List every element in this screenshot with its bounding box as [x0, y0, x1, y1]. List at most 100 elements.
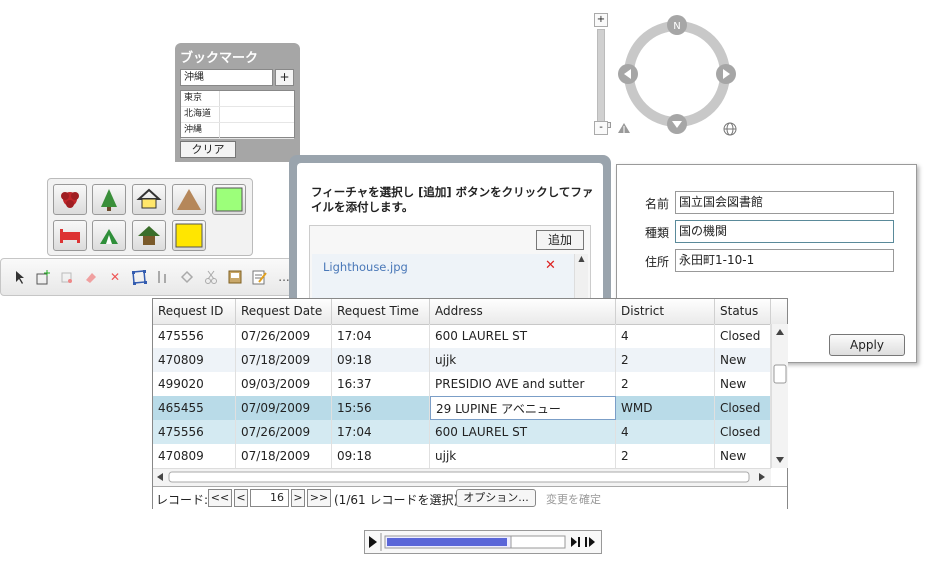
cell-address-editing[interactable]: 29 LUPINE アベニュー — [430, 396, 616, 420]
bookmark-name-input[interactable]: 沖縄 — [180, 69, 273, 86]
cell-district[interactable]: 2 — [616, 372, 715, 396]
attachment-add-button[interactable]: 追加 — [536, 230, 584, 250]
name-field[interactable]: 国立国会図書館 — [675, 191, 894, 214]
pager-first-button[interactable]: << — [208, 489, 232, 507]
cell-status[interactable]: Closed — [715, 420, 771, 444]
column-header-request-date[interactable]: Request Date — [236, 299, 332, 324]
cell-request-time[interactable]: 16:37 — [332, 372, 430, 396]
column-header-request-time[interactable]: Request Time — [332, 299, 430, 324]
select-pointer-icon[interactable] — [11, 269, 27, 285]
symbol-yellow-fill-button[interactable] — [172, 220, 206, 251]
cell-status[interactable]: New — [715, 348, 771, 372]
cell-request-date[interactable]: 07/26/2009 — [236, 324, 332, 348]
bookmark-item[interactable]: 沖縄 — [181, 123, 294, 139]
cell-address[interactable]: PRESIDIO AVE and sutter — [430, 372, 616, 396]
step-forward-icon[interactable] — [585, 537, 595, 547]
cell-request-id[interactable]: 475556 — [153, 324, 236, 348]
symbol-tree-button[interactable] — [92, 184, 126, 215]
address-field[interactable]: 永田町1-10-1 — [675, 249, 894, 272]
column-header-district[interactable]: District — [616, 299, 715, 324]
cell-district[interactable]: WMD — [616, 396, 715, 420]
cell-address[interactable]: 600 LAUREL ST — [430, 324, 616, 348]
pan-south-button[interactable] — [667, 114, 687, 134]
bookmark-clear-button[interactable]: クリア — [180, 141, 236, 158]
cell-request-id[interactable]: 470809 — [153, 348, 236, 372]
globe-icon[interactable] — [723, 122, 737, 136]
delete-attachment-icon[interactable]: ✕ — [545, 259, 558, 272]
cell-status[interactable]: New — [715, 444, 771, 468]
column-header-address[interactable]: Address — [430, 299, 616, 324]
symbol-house-button[interactable] — [132, 184, 166, 215]
bookmark-item[interactable]: 北海道 — [181, 107, 294, 123]
pan-east-button[interactable] — [716, 64, 736, 84]
type-field[interactable]: 国の機関 — [675, 220, 894, 243]
cell-request-time[interactable]: 09:18 — [332, 348, 430, 372]
table-row[interactable]: 470809 07/18/2009 09:18 ujjk 2 New — [153, 444, 771, 468]
pager-page-input[interactable]: 16 — [250, 489, 289, 507]
symbol-campsite-button[interactable] — [92, 220, 126, 251]
table-row[interactable]: 475556 07/26/2009 17:04 600 LAUREL ST 4 … — [153, 324, 771, 348]
grid-horizontal-scrollbar[interactable] — [153, 468, 771, 486]
cell-district[interactable]: 2 — [616, 444, 715, 468]
zoom-track[interactable] — [597, 29, 611, 133]
cell-request-time[interactable]: 09:18 — [332, 444, 430, 468]
apply-button[interactable]: Apply — [829, 334, 905, 356]
cell-status[interactable]: Closed — [715, 396, 771, 420]
symbol-flower-button[interactable] — [53, 184, 87, 215]
cut-icon[interactable] — [203, 269, 219, 285]
cell-district[interactable]: 4 — [616, 324, 715, 348]
cell-request-time[interactable]: 15:56 — [332, 396, 430, 420]
cell-request-date[interactable]: 07/09/2009 — [236, 396, 332, 420]
cell-request-time[interactable]: 17:04 — [332, 420, 430, 444]
cell-request-id[interactable]: 499020 — [153, 372, 236, 396]
pan-west-button[interactable] — [618, 64, 638, 84]
cell-district[interactable]: 4 — [616, 420, 715, 444]
symbol-mountain-button[interactable] — [172, 184, 206, 215]
attributes-icon[interactable] — [227, 269, 243, 285]
cell-status[interactable]: New — [715, 372, 771, 396]
grid-vertical-scrollbar[interactable] — [771, 324, 788, 468]
delete-icon[interactable]: ✕ — [107, 269, 123, 285]
options-button[interactable]: オプション... — [456, 489, 536, 507]
pager-last-button[interactable]: >> — [307, 489, 331, 507]
column-header-request-id[interactable]: Request ID — [153, 299, 236, 324]
symbol-bed-button[interactable] — [53, 220, 87, 251]
cell-request-time[interactable]: 17:04 — [332, 324, 430, 348]
reshape-icon[interactable] — [179, 269, 195, 285]
pager-next-button[interactable]: > — [291, 489, 305, 507]
edit-form-icon[interactable] — [251, 269, 267, 285]
step-back-icon[interactable] — [571, 537, 580, 547]
pan-north-button[interactable]: N — [667, 15, 687, 35]
zoom-out-button[interactable]: - — [594, 121, 608, 135]
table-row[interactable]: 499020 09/03/2009 16:37 PRESIDIO AVE and… — [153, 372, 771, 396]
symbol-shrine-button[interactable] — [132, 220, 166, 251]
cell-request-date[interactable]: 09/03/2009 — [236, 372, 332, 396]
select-add-icon[interactable] — [59, 269, 75, 285]
column-header-status[interactable]: Status — [715, 299, 771, 324]
cell-request-date[interactable]: 07/18/2009 — [236, 348, 332, 372]
cell-address[interactable]: 600 LAUREL ST — [430, 420, 616, 444]
split-icon[interactable] — [155, 269, 171, 285]
edit-vertices-icon[interactable] — [131, 269, 147, 285]
cell-request-date[interactable]: 07/26/2009 — [236, 420, 332, 444]
cell-address[interactable]: ujjk — [430, 444, 616, 468]
bookmark-item[interactable]: 東京 — [181, 91, 294, 107]
table-row[interactable]: 470809 07/18/2009 09:18 ujjk 2 New — [153, 348, 771, 372]
symbol-green-fill-button[interactable] — [212, 184, 246, 215]
pager-prev-button[interactable]: < — [234, 489, 248, 507]
commit-changes-button[interactable]: 変更を確定 — [546, 491, 601, 507]
cell-status[interactable]: Closed — [715, 324, 771, 348]
cell-request-id[interactable]: 475556 — [153, 420, 236, 444]
table-row-selected[interactable]: 465455 07/09/2009 15:56 29 LUPINE アベニュー … — [153, 396, 771, 420]
cell-district[interactable]: 2 — [616, 348, 715, 372]
cell-request-id[interactable]: 465455 — [153, 396, 236, 420]
table-row[interactable]: 475556 07/26/2009 17:04 600 LAUREL ST 4 … — [153, 420, 771, 444]
new-feature-icon[interactable] — [35, 269, 51, 285]
time-extent-bar[interactable] — [387, 538, 507, 546]
eraser-icon[interactable] — [83, 269, 99, 285]
cell-request-date[interactable]: 07/18/2009 — [236, 444, 332, 468]
zoom-in-button[interactable]: + — [594, 13, 608, 27]
attachment-file-link[interactable]: Lighthouse.jpg — [323, 260, 408, 274]
cell-address[interactable]: ujjk — [430, 348, 616, 372]
play-icon[interactable] — [369, 536, 377, 548]
